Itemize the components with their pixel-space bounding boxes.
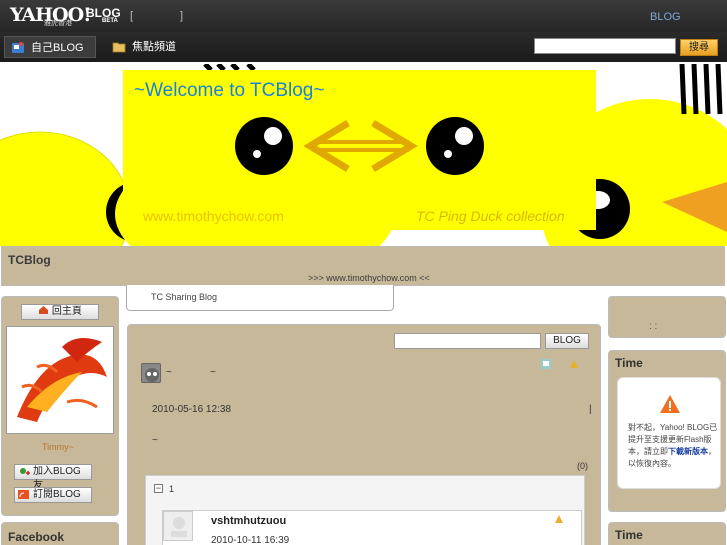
right-top-text: : :: [649, 321, 658, 332]
post-author-avatar[interactable]: [141, 363, 161, 383]
flash-message: 對不起，Yahoo! BLOG已提升至支援更新Flash版本，請立即下載新版本，…: [628, 422, 720, 470]
print-icon[interactable]: [540, 358, 552, 370]
subscribe-button[interactable]: 訂閱BLOG: [14, 487, 92, 503]
add-friend-icon: [20, 468, 30, 475]
commenter-name[interactable]: vshtmhutzuou: [211, 515, 286, 527]
user-name[interactable]: Timmy~: [42, 442, 74, 452]
beta-label: BETA: [102, 18, 118, 24]
blog-header: TCBlog >>> www.timothychow.com <<: [1, 246, 725, 286]
focus-channel-label: 焦點頻道: [132, 41, 176, 53]
blog-icon: [12, 42, 24, 53]
blog-link[interactable]: BLOG: [650, 11, 681, 23]
my-blog-button[interactable]: 自己BLOG: [4, 36, 96, 58]
blog-search-button[interactable]: BLOG: [545, 333, 589, 349]
left-profile-panel: 回主頁 Timmy~ 加入BLOG 友 訂閱BLOG: [1, 296, 119, 516]
commenter-avatar[interactable]: [163, 511, 193, 541]
comments-section: − 1 vshtmhutzuou 2010-10-11 16:39: [145, 475, 585, 545]
post-title-part[interactable]: ~: [166, 367, 172, 378]
tab-tc-sharing-blog[interactable]: TC Sharing Blog: [126, 285, 394, 311]
banner-url: www.timothychow.com: [143, 208, 284, 224]
comments-number: 1: [169, 484, 175, 494]
yahoo-top-bar: YAHOO! 雅虎香港 BLOG BETA [ ] BLOG 自己BLOG 焦點…: [0, 0, 727, 62]
comment-count[interactable]: (0): [577, 461, 588, 471]
tab-label: TC Sharing Blog: [151, 292, 218, 302]
banner-collection: TC Ping Duck collection: [416, 208, 565, 224]
house-icon: [39, 306, 49, 314]
time-heading: Time: [615, 356, 643, 370]
top-row: YAHOO! 雅虎香港 BLOG BETA [ ] BLOG: [0, 0, 727, 32]
home-button[interactable]: 回主頁: [21, 304, 99, 320]
folder-icon: [112, 42, 126, 53]
comments-toggle[interactable]: −: [154, 484, 163, 493]
right-top-panel: : :: [608, 296, 726, 338]
raccoon-avatar-icon: [145, 368, 159, 382]
add-friend-button[interactable]: 加入BLOG 友: [14, 464, 92, 491]
time-heading-2: Time: [615, 528, 643, 542]
bracket-close: ]: [180, 10, 184, 22]
dragon-avatar-art: [7, 327, 113, 433]
blog-title[interactable]: TCBlog: [8, 253, 51, 267]
rss-icon: [18, 490, 29, 499]
page-root: YAHOO! 雅虎香港 BLOG BETA [ ] BLOG 自己BLOG 焦點…: [0, 0, 727, 545]
yahoo-search-button[interactable]: 搜尋: [680, 39, 718, 56]
blog-banner: ~Welcome to TCBlog~ www.timothychow.com …: [0, 64, 727, 246]
post-body: ~: [152, 435, 158, 446]
comment-date: 2010-10-11 16:39: [211, 535, 290, 545]
main-article-panel: BLOG ~ ~ 2010-05-16 12:38 | ~ (0) − 1 vs…: [127, 324, 601, 545]
warning-icon: [660, 395, 680, 413]
my-blog-label: 自己BLOG: [31, 42, 84, 54]
welcome-heading: ~Welcome to TCBlog~: [134, 80, 325, 101]
post-title-part-2[interactable]: ~: [210, 367, 216, 378]
time-panel: Time 對不起，Yahoo! BLOG已提升至支援更新Flash版本，請立即下…: [608, 350, 726, 512]
subscribe-label: 訂閱BLOG: [33, 489, 81, 500]
facebook-heading: Facebook: [8, 530, 65, 544]
bracket-open: [: [130, 10, 134, 22]
post-date: 2010-05-16 12:38: [152, 404, 231, 415]
post-separator: |: [589, 404, 592, 415]
flash-notice: 對不起，Yahoo! BLOG已提升至支援更新Flash版本，請立即下載新版本，…: [617, 377, 721, 489]
yahoo-search-input[interactable]: [534, 38, 676, 54]
focus-channel-button[interactable]: 焦點頻道: [106, 36, 184, 58]
avatar[interactable]: [6, 326, 114, 434]
home-button-label: 回主頁: [51, 306, 82, 317]
comment-item: vshtmhutzuou 2010-10-11 16:39: [162, 510, 582, 545]
facebook-panel: Facebook: [1, 522, 119, 545]
blog-url-line[interactable]: >>> www.timothychow.com <<: [308, 273, 430, 283]
yahoo-logo-sub: 雅虎香港: [44, 20, 72, 27]
report-icon[interactable]: [553, 513, 565, 525]
blog-search-input[interactable]: [394, 333, 541, 349]
time-panel-2: Time: [608, 522, 726, 545]
bookmark-icon[interactable]: [568, 358, 580, 370]
download-flash-link[interactable]: 下載新版本: [668, 447, 708, 456]
default-avatar-icon: [171, 517, 187, 537]
